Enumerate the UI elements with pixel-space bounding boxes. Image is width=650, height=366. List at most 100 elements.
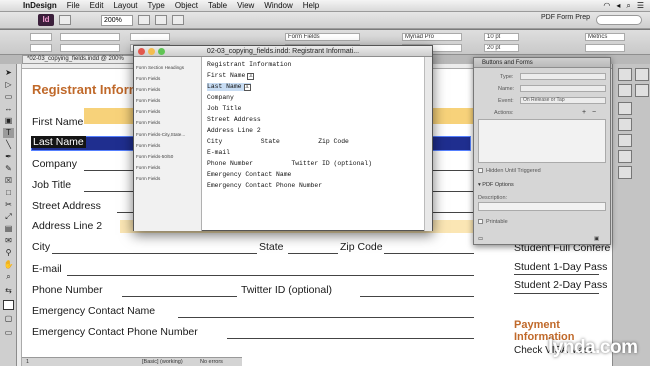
x-field[interactable]: [60, 33, 120, 41]
content-collector-icon[interactable]: ▣: [3, 116, 14, 126]
workspace-switcher[interactable]: PDF Form Prep: [541, 14, 590, 21]
state-line: [288, 253, 338, 254]
minimize-icon[interactable]: [148, 48, 155, 55]
label-city: City: [32, 241, 51, 253]
story-text-area[interactable]: Registrant Information First Name ⚓ Last …: [207, 57, 425, 231]
swatches-panel-icon[interactable]: [618, 166, 632, 179]
menu-type[interactable]: Type: [143, 1, 170, 10]
remove-action-icon[interactable]: −: [592, 109, 596, 116]
gap-tool-icon[interactable]: ↔: [3, 104, 14, 114]
direct-selection-icon[interactable]: ▷: [3, 80, 14, 90]
screen-mode-button[interactable]: [155, 15, 167, 25]
view-options-button[interactable]: [138, 15, 150, 25]
pencil-tool-icon[interactable]: ✎: [3, 164, 14, 174]
type-select[interactable]: [520, 73, 606, 80]
layers-panel-icon[interactable]: [618, 84, 632, 97]
add-action-icon[interactable]: +: [582, 109, 586, 116]
pdf-options-label: PDF Options: [482, 182, 514, 188]
menu-layout[interactable]: Layout: [108, 1, 142, 10]
kerning-field[interactable]: Metrics: [585, 33, 625, 41]
anchor-marker-icon[interactable]: ⚓: [243, 84, 251, 91]
hand-tool-icon[interactable]: ✋: [3, 260, 14, 270]
story-editor-titlebar: 02-03_copying_fields.indd: Registrant In…: [134, 46, 432, 57]
anchor-marker-icon[interactable]: ⚓: [247, 73, 255, 80]
tracking-field[interactable]: [585, 44, 625, 52]
story-line-6: Address Line 2: [207, 127, 261, 134]
menu-help[interactable]: Help: [298, 1, 324, 10]
buttons-forms-tab[interactable]: Buttons and Forms: [474, 58, 610, 68]
zoom-tool-icon[interactable]: ⌕: [3, 272, 14, 282]
wifi-icon[interactable]: ◠: [603, 1, 610, 10]
menu-app[interactable]: InDesign: [18, 1, 62, 10]
bridge-button[interactable]: [59, 15, 71, 25]
ref-point-field[interactable]: [30, 33, 52, 41]
actions-list[interactable]: [478, 119, 606, 163]
list-icon[interactable]: ☰: [637, 1, 644, 10]
normal-view-icon[interactable]: ▭: [3, 328, 14, 338]
character-styles-icon[interactable]: [635, 84, 649, 97]
hidden-checkbox[interactable]: [478, 168, 483, 173]
status-bar: 1 [Basic] (working) No errors: [22, 357, 242, 366]
tools-panel: ➤ ▷ ▭ ↔ ▣ T ╲ ✒ ✎ ☒ □ ✂ ⤢ ▤ ✉ ⚲ ✋ ⌕ ⇆ ▢ …: [0, 64, 17, 366]
pen-tool-icon[interactable]: ✒: [3, 152, 14, 162]
paragraph-styles-icon[interactable]: [635, 68, 649, 81]
gradient-tool-icon[interactable]: ▤: [3, 224, 14, 234]
printable-checkbox[interactable]: [478, 219, 483, 224]
event-select[interactable]: On Release or Tap: [520, 97, 606, 104]
note-tool-icon[interactable]: ✉: [3, 236, 14, 246]
line-tool-icon[interactable]: ╲: [3, 140, 14, 150]
y-field[interactable]: [60, 44, 120, 52]
links-panel-icon[interactable]: [618, 118, 632, 131]
type-tool-icon[interactable]: T: [3, 128, 14, 138]
font-size-field[interactable]: 10 pt: [484, 33, 519, 41]
label-phone: Phone Number: [32, 284, 103, 296]
menu-table[interactable]: Table: [203, 1, 232, 10]
label-emergency-phone: Emergency Contact Phone Number: [32, 326, 198, 338]
close-icon[interactable]: [138, 48, 145, 55]
color-panel-icon[interactable]: [618, 150, 632, 163]
volume-icon[interactable]: ◂: [616, 1, 620, 10]
indesign-logo: Id: [38, 14, 54, 26]
menu-window[interactable]: Window: [259, 1, 297, 10]
ref-point-field-2[interactable]: [30, 44, 52, 52]
preview-icon[interactable]: ▭: [478, 236, 483, 242]
transform-tool-icon[interactable]: ⤢: [3, 212, 14, 222]
type-label: Type:: [500, 74, 514, 80]
menu-object[interactable]: Object: [170, 1, 203, 10]
story-editor-window: 02-03_copying_fields.indd: Registrant In…: [133, 45, 433, 231]
selection-tool-icon[interactable]: ➤: [3, 68, 14, 78]
swap-colors-icon[interactable]: ⇆: [3, 286, 14, 296]
story-scrollbar[interactable]: [424, 57, 432, 231]
spotlight-icon[interactable]: ⌕: [626, 1, 630, 11]
paragraph-style-field[interactable]: Form Fields: [285, 33, 360, 41]
width-field[interactable]: [130, 33, 170, 41]
label-address2: Address Line 2: [32, 220, 103, 232]
name-input[interactable]: [520, 85, 606, 92]
page-tool-icon[interactable]: ▭: [3, 92, 14, 102]
frame-tool-icon[interactable]: ☒: [3, 176, 14, 186]
menu-file[interactable]: File: [62, 1, 85, 10]
formatting-container-icon[interactable]: ▢: [3, 314, 14, 324]
menu-view[interactable]: View: [232, 1, 259, 10]
preflight-profile[interactable]: [Basic] (working): [142, 359, 183, 365]
zoom-icon[interactable]: [158, 48, 165, 55]
pdf-options-toggle[interactable]: ▾ PDF Options: [478, 182, 514, 188]
font-family-field[interactable]: Myriad Pro: [402, 33, 462, 41]
buttons-forms-icon[interactable]: [618, 102, 632, 115]
stroke-panel-icon[interactable]: [618, 134, 632, 147]
preflight-status[interactable]: No errors: [200, 359, 223, 365]
scissors-tool-icon[interactable]: ✂: [3, 200, 14, 210]
fill-swatch-icon[interactable]: [3, 300, 14, 310]
description-input[interactable]: [478, 202, 606, 211]
menu-edit[interactable]: Edit: [85, 1, 109, 10]
arrange-documents-button[interactable]: [172, 15, 184, 25]
zoom-level-field[interactable]: 200%: [101, 14, 133, 26]
eyedropper-tool-icon[interactable]: ⚲: [3, 248, 14, 258]
rectangle-tool-icon[interactable]: □: [3, 188, 14, 198]
leading-field[interactable]: 20 pt: [484, 44, 519, 52]
search-field[interactable]: [596, 15, 642, 25]
page-number[interactable]: 1: [26, 359, 29, 365]
convert-icon[interactable]: ▣: [594, 236, 599, 242]
label-twitter: Twitter ID (optional): [241, 284, 333, 296]
pages-panel-icon[interactable]: [618, 68, 632, 81]
